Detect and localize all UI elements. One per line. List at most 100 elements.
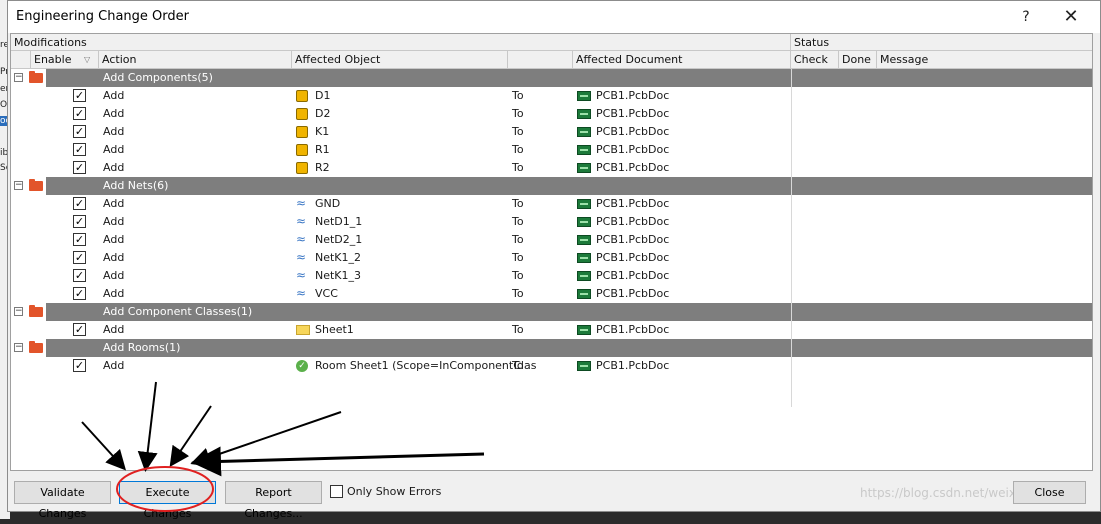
- document-cell: PCB1.PcbDoc: [596, 287, 670, 300]
- to-cell: To: [512, 89, 524, 102]
- column-divider: [791, 69, 792, 407]
- pcb-document-icon: [577, 199, 591, 209]
- header-done[interactable]: Done: [839, 51, 877, 68]
- checkbox-box[interactable]: [330, 485, 343, 498]
- enable-checkbox[interactable]: ✓: [73, 323, 86, 336]
- group-row[interactable]: − Add Rooms(1): [11, 339, 1092, 357]
- document-cell: PCB1.PcbDoc: [596, 107, 670, 120]
- enable-checkbox[interactable]: ✓: [73, 251, 86, 264]
- net-icon: ≈: [296, 232, 307, 246]
- enable-checkbox[interactable]: ✓: [73, 197, 86, 210]
- pcb-document-icon: [577, 109, 591, 119]
- header-message[interactable]: Message: [877, 51, 1092, 68]
- close-button[interactable]: Close: [1013, 481, 1086, 504]
- object-cell: NetK1_3: [315, 269, 362, 282]
- document-cell: PCB1.PcbDoc: [596, 323, 670, 336]
- document-cell: PCB1.PcbDoc: [596, 359, 670, 372]
- net-icon: ≈: [296, 286, 307, 300]
- header-affected-document[interactable]: Affected Document: [573, 51, 791, 68]
- table-row[interactable]: ✓ Add ≈ VCC To PCB1.PcbDoc: [11, 285, 1092, 303]
- header-modifications: Modifications: [11, 34, 791, 50]
- header-action[interactable]: Action: [99, 51, 292, 68]
- to-cell: To: [512, 197, 524, 210]
- table-row[interactable]: ✓ Add ✓ Room Sheet1 (Scope=InComponentClas T…: [11, 357, 1092, 375]
- collapse-toggle-icon[interactable]: −: [14, 181, 23, 190]
- object-cell: Sheet1: [315, 323, 354, 336]
- component-icon: [296, 144, 308, 156]
- object-cell: K1: [315, 125, 330, 138]
- collapse-toggle-icon[interactable]: −: [14, 73, 23, 82]
- component-icon: [296, 108, 308, 120]
- group-label: Add Nets(6): [103, 179, 169, 192]
- table-row[interactable]: ✓ Add ≈ NetK1_2 To PCB1.PcbDoc: [11, 249, 1092, 267]
- group-row[interactable]: − Add Nets(6): [11, 177, 1092, 195]
- enable-checkbox[interactable]: ✓: [73, 89, 86, 102]
- help-button[interactable]: ?: [1006, 1, 1046, 33]
- action-cell: Add: [103, 233, 125, 246]
- object-cell: Room Sheet1 (Scope=InComponentClas: [315, 359, 537, 372]
- to-cell: To: [512, 287, 524, 300]
- table-row[interactable]: ✓ Add ≈ NetD2_1 To PCB1.PcbDoc: [11, 231, 1092, 249]
- enable-checkbox[interactable]: ✓: [73, 125, 86, 138]
- table-row[interactable]: ✓ Add D2 To PCB1.PcbDoc: [11, 105, 1092, 123]
- folder-icon: [296, 325, 310, 335]
- object-cell: NetK1_2: [315, 251, 362, 264]
- action-cell: Add: [103, 161, 125, 174]
- net-icon: ≈: [296, 214, 307, 228]
- validate-changes-button[interactable]: Validate Changes: [14, 481, 111, 520]
- enable-checkbox[interactable]: ✓: [73, 143, 86, 156]
- to-cell: To: [512, 323, 524, 336]
- room-icon: ✓: [296, 360, 308, 372]
- header-check[interactable]: Check: [791, 51, 839, 68]
- table-row[interactable]: ✓ Add ≈ NetK1_3 To PCB1.PcbDoc: [11, 267, 1092, 285]
- folder-icon: [29, 179, 43, 191]
- header-spacer: [11, 51, 31, 68]
- enable-checkbox[interactable]: ✓: [73, 359, 86, 372]
- action-cell: Add: [103, 323, 125, 336]
- table-row[interactable]: ✓ Add ≈ NetD1_1 To PCB1.PcbDoc: [11, 213, 1092, 231]
- enable-checkbox[interactable]: ✓: [73, 215, 86, 228]
- to-cell: To: [512, 215, 524, 228]
- action-cell: Add: [103, 107, 125, 120]
- table-row[interactable]: ✓ Add Sheet1 To PCB1.PcbDoc: [11, 321, 1092, 339]
- document-cell: PCB1.PcbDoc: [596, 251, 670, 264]
- header-to[interactable]: [508, 51, 573, 68]
- folder-icon: [29, 341, 43, 353]
- group-row[interactable]: − Add Component Classes(1): [11, 303, 1092, 321]
- document-cell: PCB1.PcbDoc: [596, 215, 670, 228]
- report-changes-button[interactable]: Report Changes...: [225, 481, 322, 520]
- table-row[interactable]: ✓ Add ≈ GND To PCB1.PcbDoc: [11, 195, 1092, 213]
- action-cell: Add: [103, 143, 125, 156]
- eco-dialog: Engineering Change Order ? ✕ Modificatio…: [7, 0, 1101, 520]
- pcb-document-icon: [577, 361, 591, 371]
- table-row[interactable]: ✓ Add R2 To PCB1.PcbDoc: [11, 159, 1092, 177]
- group-row[interactable]: − Add Components(5): [11, 69, 1092, 87]
- close-window-button[interactable]: ✕: [1051, 1, 1091, 33]
- enable-checkbox[interactable]: ✓: [73, 269, 86, 282]
- document-cell: PCB1.PcbDoc: [596, 125, 670, 138]
- header-affected-object[interactable]: Affected Object: [292, 51, 508, 68]
- action-cell: Add: [103, 251, 125, 264]
- table-row[interactable]: ✓ Add K1 To PCB1.PcbDoc: [11, 123, 1092, 141]
- pcb-document-icon: [577, 325, 591, 335]
- enable-checkbox[interactable]: ✓: [73, 107, 86, 120]
- object-cell: R2: [315, 161, 330, 174]
- folder-icon: [29, 71, 43, 83]
- to-cell: To: [512, 251, 524, 264]
- enable-checkbox[interactable]: ✓: [73, 287, 86, 300]
- to-cell: To: [512, 233, 524, 246]
- group-label: Add Components(5): [103, 71, 213, 84]
- enable-checkbox[interactable]: ✓: [73, 233, 86, 246]
- enable-checkbox[interactable]: ✓: [73, 161, 86, 174]
- object-cell: NetD2_1: [315, 233, 363, 246]
- table-row[interactable]: ✓ Add D1 To PCB1.PcbDoc: [11, 87, 1092, 105]
- action-cell: Add: [103, 287, 125, 300]
- execute-changes-button[interactable]: Execute Changes: [119, 481, 216, 520]
- header-columns-row: Enable ▽ Action Affected Object Affected…: [11, 51, 1092, 69]
- group-bar: [46, 177, 1092, 195]
- to-cell: To: [512, 359, 524, 372]
- collapse-toggle-icon[interactable]: −: [14, 307, 23, 316]
- to-cell: To: [512, 143, 524, 156]
- table-row[interactable]: ✓ Add R1 To PCB1.PcbDoc: [11, 141, 1092, 159]
- collapse-toggle-icon[interactable]: −: [14, 343, 23, 352]
